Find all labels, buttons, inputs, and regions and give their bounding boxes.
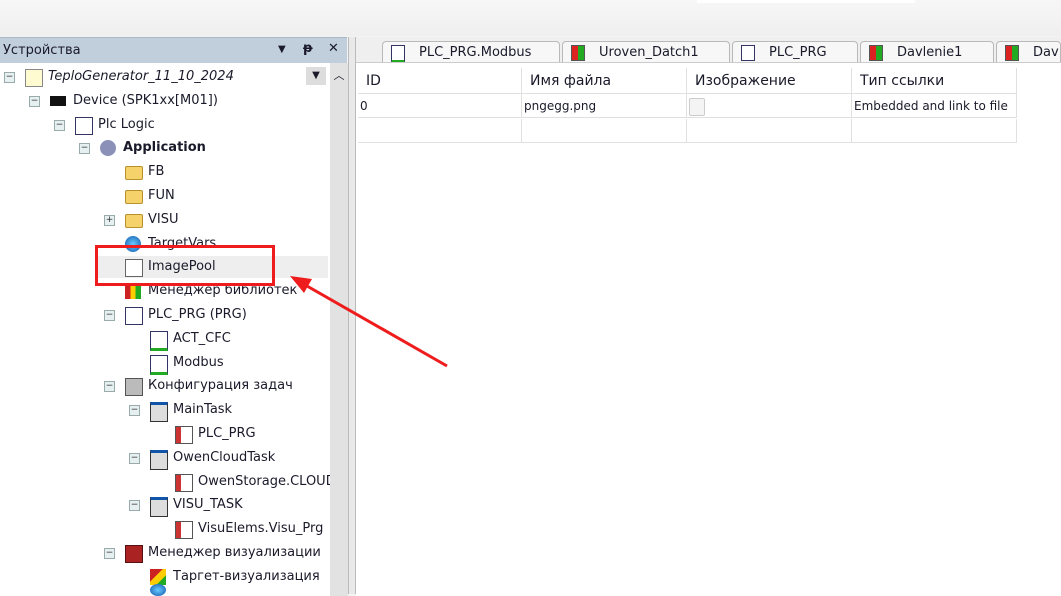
annotation-arrow <box>290 276 448 368</box>
